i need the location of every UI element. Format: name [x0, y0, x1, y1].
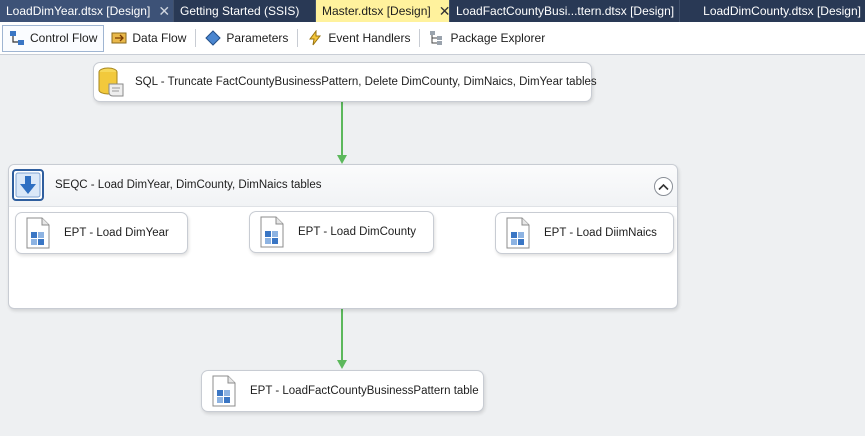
tab-label: Data Flow	[132, 31, 187, 45]
execute-package-task-dimcounty[interactable]: EPT - Load DimCounty	[249, 211, 434, 253]
collapse-button[interactable]	[654, 177, 673, 196]
doc-tab-master[interactable]: Master.dtsx [Design] ✕	[316, 0, 450, 22]
doc-tab-label: Getting Started (SSIS)	[180, 4, 300, 18]
divider	[297, 29, 299, 47]
execute-package-icon	[22, 217, 54, 249]
precedence-constraint-arrow[interactable]	[336, 102, 348, 166]
parameters-icon	[205, 30, 222, 46]
execute-package-task-dimnaics[interactable]: EPT - Load DiimNaics	[495, 212, 674, 254]
divider	[195, 29, 197, 47]
task-label: EPT - LoadFactCountyBusinessPattern tabl…	[250, 385, 479, 397]
tab-data-flow[interactable]: Data Flow	[104, 25, 193, 52]
execute-package-task-fact[interactable]: EPT - LoadFactCountyBusinessPattern tabl…	[201, 370, 484, 412]
tab-label: Package Explorer	[450, 31, 546, 45]
document-tab-bar: LoadDimYear.dtsx [Design] ✕ Getting Star…	[0, 0, 865, 22]
divider	[419, 29, 421, 47]
execute-package-icon	[502, 217, 534, 249]
data-flow-icon	[111, 30, 127, 46]
container-header[interactable]: SEQC - Load DimYear, DimCounty, DimNaics…	[9, 165, 677, 207]
chevron-up-icon	[658, 183, 669, 190]
doc-tab-loadfactcountybusinesspattern[interactable]: LoadFactCountyBusi...ttern.dtsx [Design]	[450, 0, 680, 22]
task-label: EPT - Load DiimNaics	[544, 227, 657, 239]
execute-sql-icon	[97, 66, 125, 98]
doc-tab-loaddimyear[interactable]: LoadDimYear.dtsx [Design] ✕	[0, 0, 174, 22]
sequence-container[interactable]: SEQC - Load DimYear, DimCounty, DimNaics…	[8, 164, 678, 309]
designer-tab-strip: Control Flow Data Flow Parameters Event …	[0, 22, 865, 55]
sequence-container-icon	[12, 169, 44, 201]
precedence-constraint-arrow[interactable]	[336, 309, 348, 371]
doc-tab-label: LoadDimCounty.dtsx [Design]	[703, 4, 861, 18]
doc-tab-label: Master.dtsx [Design]	[322, 4, 431, 18]
event-handlers-icon	[307, 30, 323, 46]
container-label: SEQC - Load DimYear, DimCounty, DimNaics…	[55, 179, 322, 191]
close-icon[interactable]: ✕	[158, 3, 170, 20]
task-label: SQL - Truncate FactCountyBusinessPattern…	[135, 76, 597, 88]
tab-parameters[interactable]: Parameters	[198, 25, 295, 52]
execute-package-task-dimyear[interactable]: EPT - Load DimYear	[15, 212, 188, 254]
execute-package-icon	[208, 375, 240, 407]
execute-package-icon	[256, 216, 288, 248]
tab-label: Event Handlers	[328, 31, 411, 45]
task-label: EPT - Load DimYear	[64, 227, 169, 239]
execute-sql-task[interactable]: SQL - Truncate FactCountyBusinessPattern…	[93, 62, 597, 102]
doc-tab-label: LoadDimYear.dtsx [Design]	[6, 4, 151, 18]
doc-tab-getting-started[interactable]: Getting Started (SSIS)	[174, 0, 316, 22]
tab-control-flow[interactable]: Control Flow	[2, 24, 105, 52]
doc-tab-loaddimcounty[interactable]: LoadDimCounty.dtsx [Design]	[680, 0, 865, 22]
tab-label: Control Flow	[30, 31, 98, 45]
control-flow-canvas[interactable]: SQL - Truncate FactCountyBusinessPattern…	[0, 56, 865, 436]
control-flow-icon	[9, 30, 25, 46]
doc-tab-label: LoadFactCountyBusi...ttern.dtsx [Design]	[456, 4, 675, 18]
tab-package-explorer[interactable]: Package Explorer	[422, 25, 552, 52]
task-label: EPT - Load DimCounty	[298, 226, 417, 238]
tab-event-handlers[interactable]: Event Handlers	[300, 25, 417, 52]
tab-label: Parameters	[226, 31, 289, 45]
close-icon[interactable]: ✕	[439, 3, 451, 20]
package-explorer-icon	[429, 30, 445, 46]
